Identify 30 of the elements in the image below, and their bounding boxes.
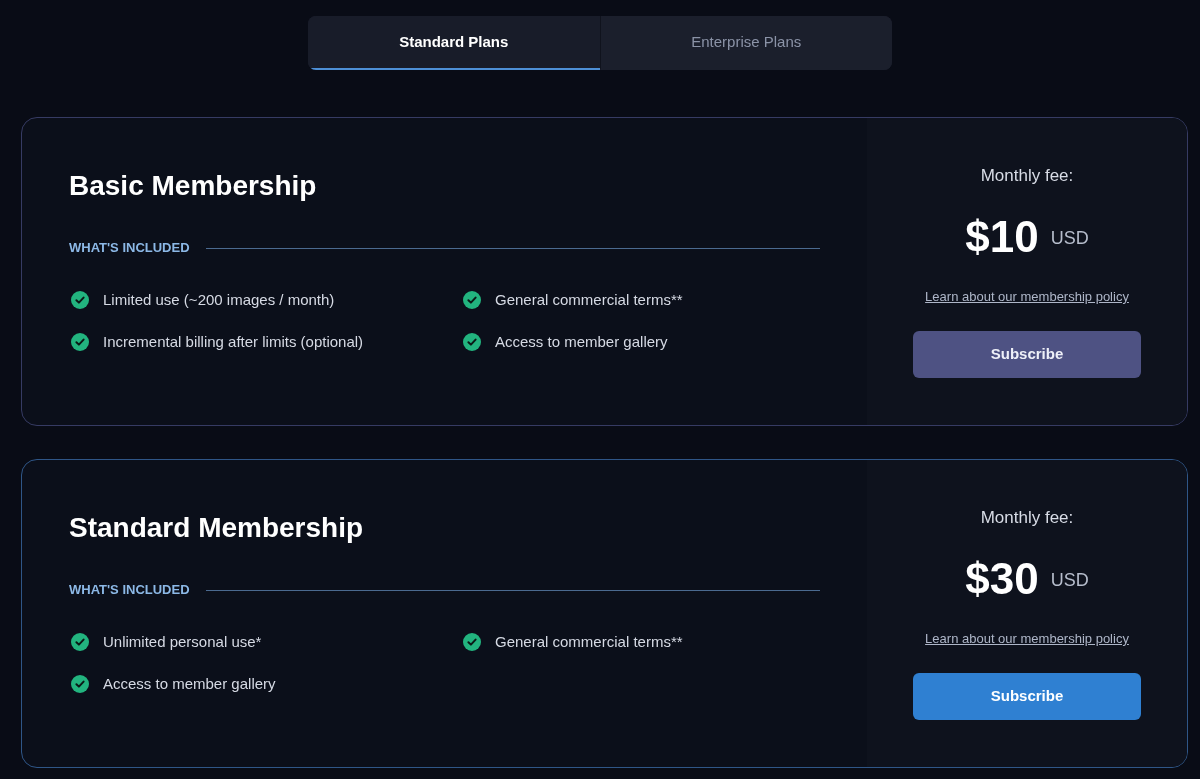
check-circle-icon: [463, 633, 481, 651]
policy-link[interactable]: Learn about our membership policy: [925, 629, 1129, 649]
plan-tab[interactable]: Standard Plans: [308, 16, 600, 70]
price-amount: $10: [965, 211, 1039, 263]
currency-label: USD: [1050, 568, 1089, 592]
price-amount: $30: [965, 553, 1039, 605]
feature-text: Unlimited personal use*: [103, 631, 262, 652]
feature-text: Limited use (~200 images / month): [103, 289, 335, 310]
plan-title: Basic Membership: [69, 169, 318, 203]
check-circle-icon: [463, 291, 481, 309]
feature-text: Access to member gallery: [495, 331, 668, 352]
check-circle-icon: [463, 333, 481, 351]
feature-text: Incremental billing after limits (optional): [103, 331, 364, 352]
section-heading: WHAT'S INCLUDED: [69, 240, 190, 256]
fee-label: Monthly fee:: [980, 165, 1074, 187]
check-circle-icon: [71, 675, 89, 693]
plan-title: Standard Membership: [69, 511, 365, 545]
subscribe-button[interactable]: Subscribe: [913, 673, 1141, 720]
subscribe-button[interactable]: Subscribe: [913, 331, 1141, 378]
feature-text: Access to member gallery: [103, 673, 276, 694]
check-circle-icon: [71, 291, 89, 309]
feature-text: General commercial terms**: [495, 631, 683, 652]
check-circle-icon: [71, 333, 89, 351]
policy-link[interactable]: Learn about our membership policy: [925, 287, 1129, 307]
currency-label: USD: [1050, 226, 1089, 250]
feature-text: General commercial terms**: [495, 289, 683, 310]
fee-label: Monthly fee:: [980, 507, 1074, 529]
plan-tab[interactable]: Enterprise Plans: [599, 16, 892, 70]
section-heading: WHAT'S INCLUDED: [69, 582, 190, 598]
check-circle-icon: [71, 633, 89, 651]
